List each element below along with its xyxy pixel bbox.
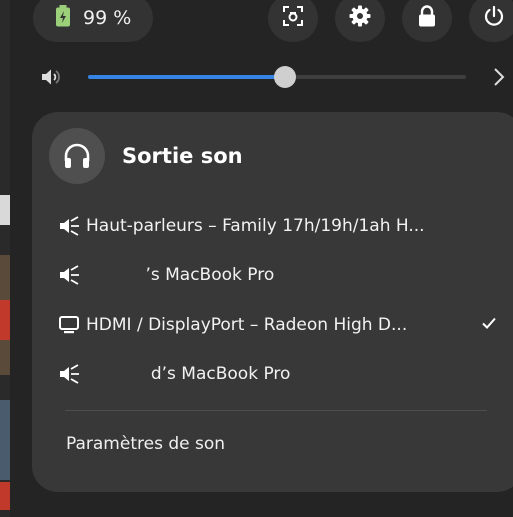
battery-percent: 99 % bbox=[83, 7, 132, 29]
volume-icon[interactable] bbox=[40, 66, 62, 92]
screenshot-button[interactable] bbox=[268, 0, 318, 42]
sound-settings-link[interactable]: Paramètres de son bbox=[66, 434, 225, 454]
device-item[interactable]: ’s MacBook Pro bbox=[58, 250, 498, 300]
device-item[interactable]: d’s MacBook Pro bbox=[58, 349, 498, 399]
volume-slider-handle[interactable] bbox=[273, 66, 296, 88]
lock-button[interactable] bbox=[402, 0, 452, 42]
headphones-icon bbox=[49, 128, 105, 184]
chevron-right-icon[interactable] bbox=[492, 66, 506, 92]
screenshot-icon bbox=[282, 5, 304, 31]
background-fragment bbox=[0, 400, 10, 480]
device-label: HDMI / DisplayPort – Radeon High D... bbox=[86, 315, 408, 335]
speaker-icon bbox=[58, 265, 86, 285]
device-label: Haut-parleurs – Family 17h/19h/1ah H... bbox=[86, 216, 425, 236]
battery-status[interactable]: 99 % bbox=[33, 0, 153, 42]
battery-icon bbox=[55, 5, 71, 31]
speaker-icon bbox=[58, 364, 86, 384]
speaker-icon bbox=[58, 216, 86, 236]
device-item-selected[interactable]: HDMI / DisplayPort – Radeon High D... bbox=[58, 300, 498, 350]
background-fragment bbox=[0, 195, 10, 225]
divider bbox=[65, 410, 487, 411]
lock-icon bbox=[417, 5, 437, 31]
device-label: ’s MacBook Pro bbox=[86, 265, 275, 285]
device-label: d’s MacBook Pro bbox=[86, 364, 291, 384]
monitor-icon bbox=[58, 315, 86, 335]
sound-output-panel: Sortie son Haut-parleurs – Family 17h/19… bbox=[32, 112, 513, 492]
background-window bbox=[0, 0, 10, 517]
device-item[interactable]: Haut-parleurs – Family 17h/19h/1ah H... bbox=[58, 201, 498, 251]
volume-slider[interactable] bbox=[88, 66, 466, 88]
quick-settings-menu: 99 % Sortie son Haut-parleurs – Family 1… bbox=[10, 0, 513, 517]
background-fragment bbox=[0, 300, 10, 340]
settings-button[interactable] bbox=[335, 0, 385, 42]
background-fragment bbox=[0, 482, 10, 510]
sound-output-header: Sortie son bbox=[49, 128, 243, 184]
volume-slider-fill bbox=[88, 75, 285, 79]
power-icon bbox=[483, 5, 505, 31]
checkmark-icon bbox=[480, 314, 498, 336]
power-button[interactable] bbox=[469, 0, 513, 42]
settings-icon bbox=[349, 5, 371, 31]
sound-output-title: Sortie son bbox=[122, 144, 243, 168]
